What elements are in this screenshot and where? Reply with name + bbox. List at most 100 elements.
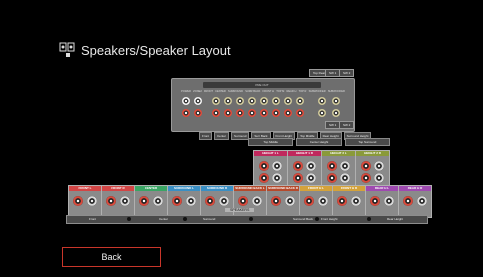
pre-out-jack — [318, 109, 326, 117]
speaker-post — [272, 173, 282, 183]
speaker-channel-label: Rear Height — [387, 217, 404, 221]
pre-out-right-bottom-label: SW 2 — [339, 121, 355, 129]
speaker-post — [361, 161, 371, 171]
pre-out-jack — [182, 97, 190, 105]
pre-out-channel-label: POWER — [181, 90, 191, 93]
height-speaker-block-label: HEIGHT 2 R — [356, 151, 389, 156]
speaker-block-label: CENTER — [135, 186, 167, 191]
speaker-post — [417, 196, 427, 206]
speaker-post — [361, 173, 371, 183]
pre-out-jack — [260, 97, 268, 105]
pre-out-jack — [248, 97, 256, 105]
speaker-post — [272, 161, 282, 171]
pre-out-channel-label: TOP R — [298, 90, 307, 93]
speaker-post — [318, 196, 328, 206]
height-speaker-block: HEIGHT 1 R — [287, 150, 322, 186]
channel-dot — [127, 217, 131, 221]
pre-out-channel-label: TOP M — [276, 90, 285, 93]
pre-out-jack — [332, 97, 340, 105]
pre-out-jack — [236, 97, 244, 105]
speaker-block-label: SURROUND BACK L — [234, 186, 266, 191]
speaker-post — [384, 196, 394, 206]
speaker-post — [340, 173, 350, 183]
height-speaker-block-label: HEIGHT 1 R — [288, 151, 321, 156]
speaker-block-label: FRONT L — [69, 186, 101, 191]
pre-out-channel-label: FRONT H — [262, 90, 275, 93]
speaker-block-label: SURROUND BACK R — [267, 186, 299, 191]
height-speaker-label: Top Surround — [344, 138, 390, 146]
speaker-block-label: FRONT H L — [300, 186, 332, 191]
speaker-post — [153, 196, 163, 206]
speaker-post — [293, 173, 303, 183]
height-speaker-block-label: HEIGHT 1 L — [254, 151, 287, 156]
pre-out-jack — [224, 109, 232, 117]
speaker-channel-label: Front — [89, 217, 97, 221]
speaker-block: REAR H L — [365, 185, 399, 218]
speaker-block-label: REAR H R — [399, 186, 431, 191]
speaker-post — [219, 196, 229, 206]
speaker-post — [327, 173, 337, 183]
height-speaker-block: HEIGHT 2 L — [321, 150, 356, 186]
pre-out-channel-label: FRONT — [203, 90, 213, 93]
speaker-post — [139, 196, 149, 206]
channel-dot — [367, 217, 371, 221]
speaker-post — [120, 196, 130, 206]
pre-out-jack — [296, 109, 304, 117]
channel-dot — [249, 217, 253, 221]
speaker-post — [238, 196, 248, 206]
speaker-post — [73, 196, 83, 206]
pre-out-jack — [284, 109, 292, 117]
height-speaker-label: Top Middle — [248, 138, 294, 146]
speaker-post — [252, 196, 262, 206]
speaker-post — [370, 196, 380, 206]
speaker-block: FRONT H L — [299, 185, 333, 218]
pre-out-channel-label: ZONE2 — [193, 90, 202, 93]
pre-out-jack — [212, 97, 220, 105]
speaker-block: REAR H R — [398, 185, 432, 218]
pre-out-bottom-label: Front — [199, 132, 213, 140]
height-speaker-block: HEIGHT 2 R — [355, 150, 390, 186]
speaker-block: FRONT L — [68, 185, 102, 218]
speaker-block: SURROUND BACK L — [233, 185, 267, 218]
speaker-post — [374, 161, 384, 171]
speaker-block: SURROUND R — [200, 185, 234, 218]
speaker-block-label: SURROUND R — [201, 186, 233, 191]
pre-out-jack — [284, 97, 292, 105]
speaker-post — [293, 161, 303, 171]
speaker-settings-icon — [59, 42, 75, 57]
height-speaker-label: Center Height — [296, 138, 342, 146]
speaker-block-label: FRONT R — [102, 186, 134, 191]
speaker-block-label: REAR H L — [366, 186, 398, 191]
pre-out-channel-label: SUBWOOFER — [327, 90, 345, 93]
back-button[interactable]: Back — [62, 247, 161, 267]
pre-out-channel-label: SUBWOOFER — [308, 90, 326, 93]
pre-out-jack — [248, 109, 256, 117]
speaker-post — [403, 196, 413, 206]
pre-out-channel-label: REAR H — [286, 90, 297, 93]
speaker-post — [327, 161, 337, 171]
channel-dot — [183, 217, 187, 221]
pre-out-jack — [236, 109, 244, 117]
pre-out-jack — [260, 109, 268, 117]
speaker-post — [87, 196, 97, 206]
height-speaker-block-label: HEIGHT 2 L — [322, 151, 355, 156]
height-speaker-block: HEIGHT 1 L — [253, 150, 288, 186]
speaker-post — [304, 196, 314, 206]
speaker-channel-label: Front Height — [321, 217, 338, 221]
speaker-post — [259, 161, 269, 171]
channel-dot — [315, 217, 319, 221]
speaker-channel-label: Surround — [203, 217, 216, 221]
speaker-post — [374, 173, 384, 183]
pre-out-jack — [182, 109, 190, 117]
pre-out-jack — [224, 97, 232, 105]
speaker-post — [337, 196, 347, 206]
speaker-block: SURROUND L — [167, 185, 201, 218]
speaker-block: CENTER — [134, 185, 168, 218]
pre-out-jack — [272, 97, 280, 105]
pre-out-jack — [332, 109, 340, 117]
speaker-post — [271, 196, 281, 206]
pre-out-jack — [296, 97, 304, 105]
pre-out-jack — [318, 97, 326, 105]
pre-out-channel-label: SURR BACK — [245, 90, 261, 93]
speaker-block: FRONT H R — [332, 185, 366, 218]
